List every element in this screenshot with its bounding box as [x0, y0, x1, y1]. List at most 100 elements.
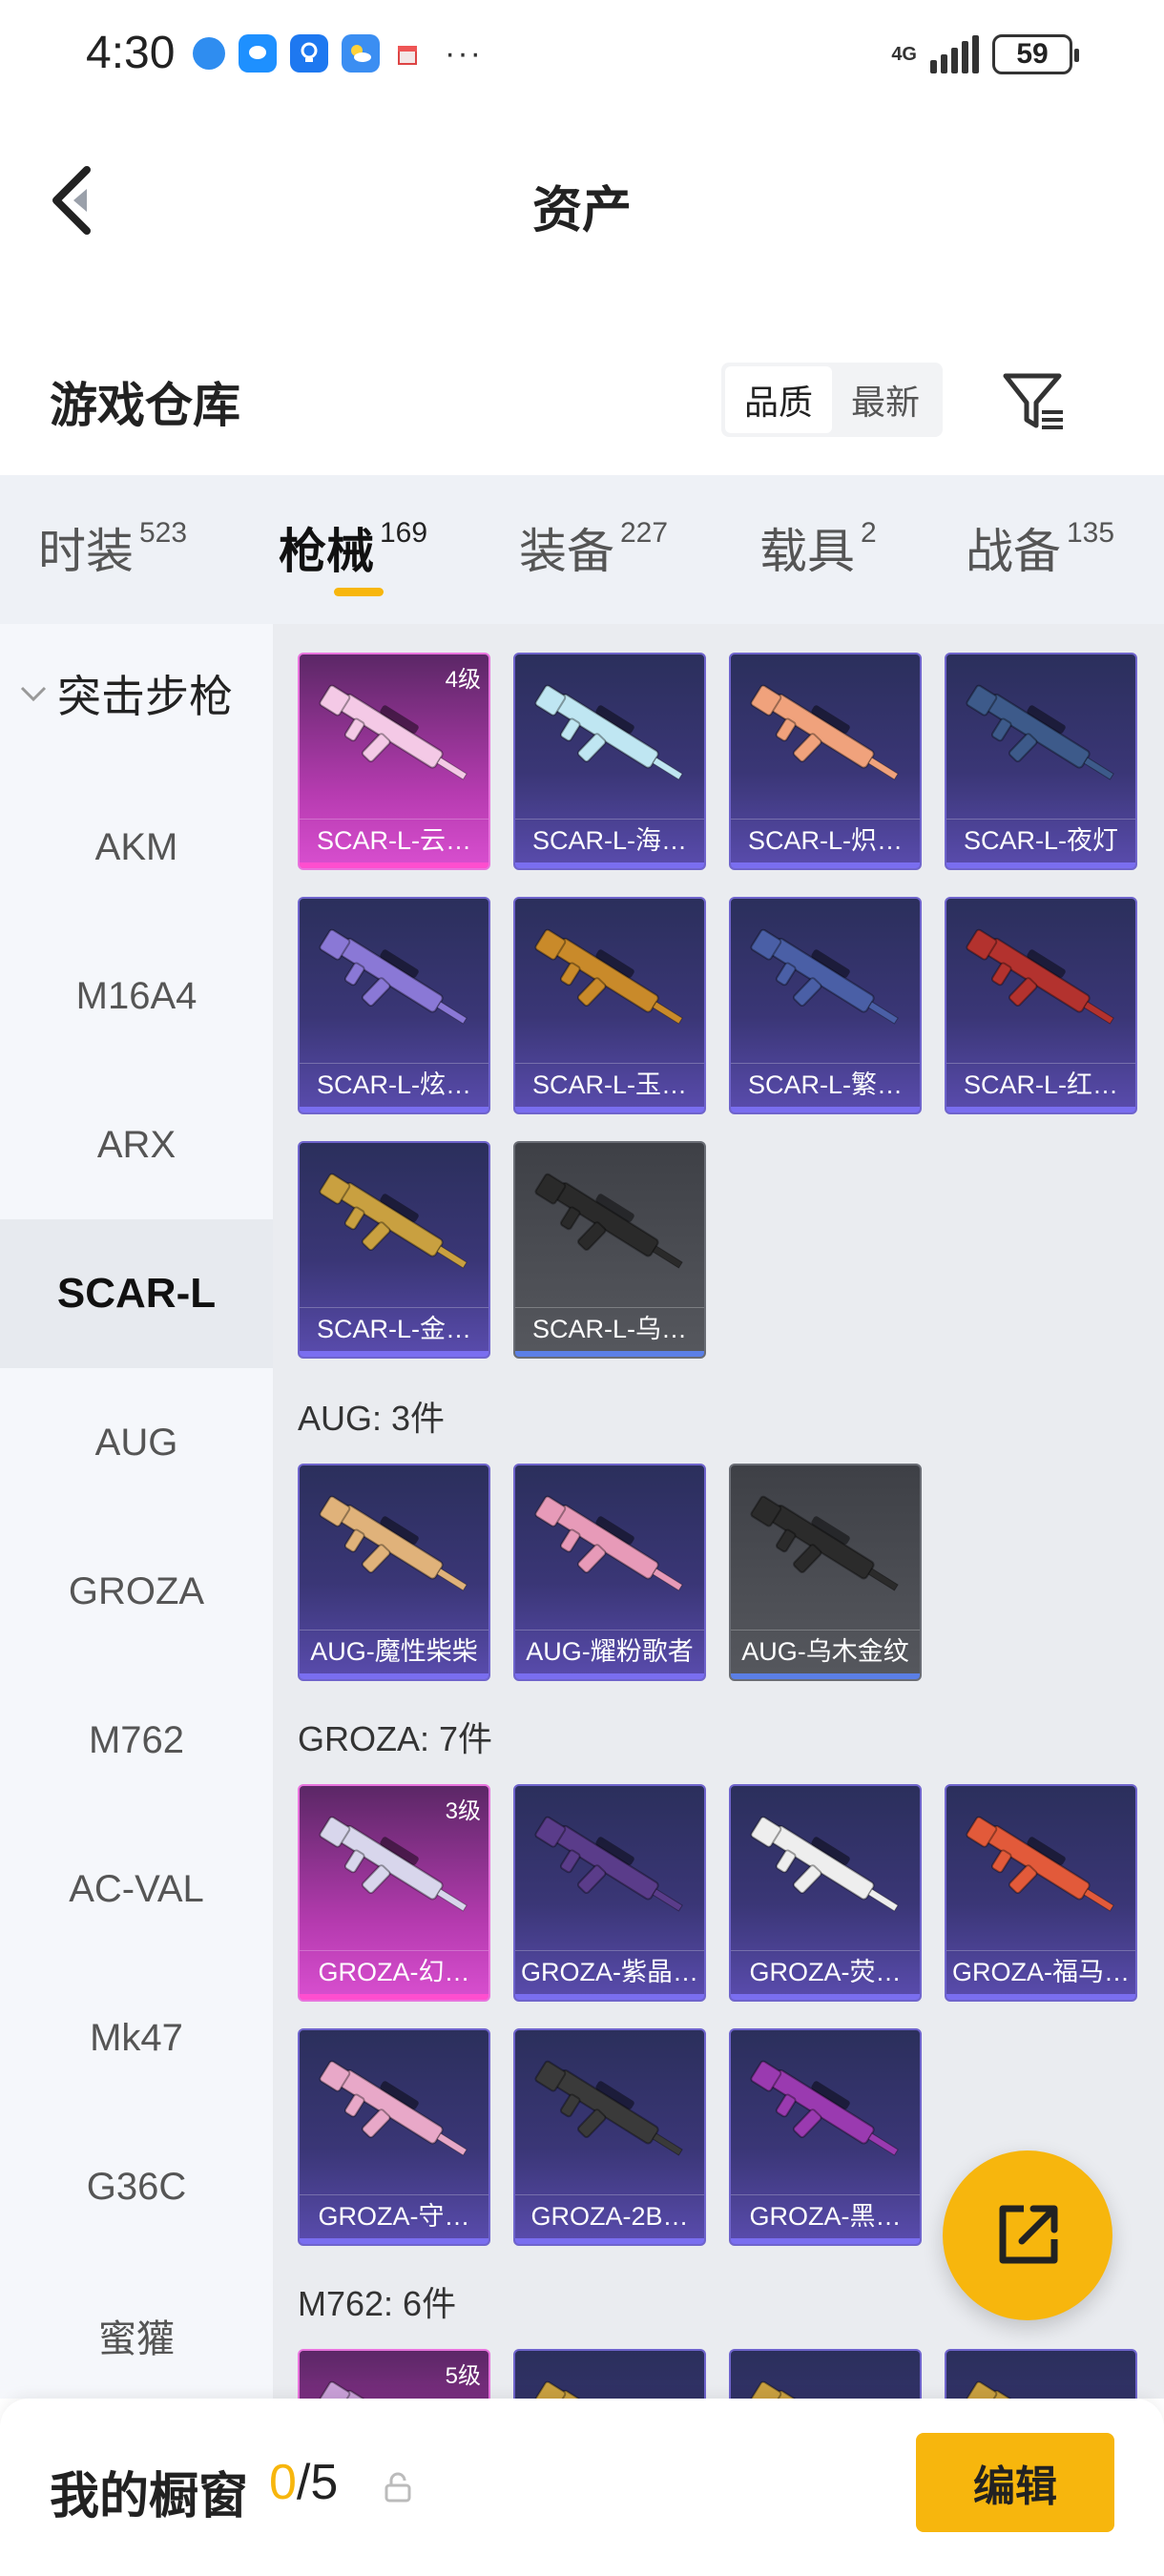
- weapon-skin-icon: [319, 2060, 468, 2156]
- gift-notification-icon: [393, 34, 422, 73]
- weather-notification-icon: [342, 34, 380, 73]
- rarity-bar: [946, 862, 1135, 868]
- weapon-card[interactable]: 5级: [298, 2349, 490, 2399]
- tab-label: 装备: [519, 525, 614, 578]
- rarity-bar: [300, 1994, 488, 2000]
- weapon-grid: AUG: 3件 GROZA: 7件 M762: 6件 4级 SCAR-L-云… SC…: [273, 624, 1164, 2399]
- sidebar-item-mk47[interactable]: Mk47: [0, 1963, 273, 2112]
- rarity-bar: [731, 1107, 920, 1112]
- weapon-skin-icon: [534, 928, 683, 1025]
- weapon-card[interactable]: [945, 2349, 1137, 2399]
- weapon-card-name: SCAR-L-玉…: [515, 1063, 704, 1105]
- weapon-card[interactable]: SCAR-L-玉…: [513, 897, 706, 1114]
- weapon-card[interactable]: [513, 2349, 706, 2399]
- sort-quality-button[interactable]: 品质: [725, 366, 832, 433]
- weapon-card[interactable]: GROZA-守…: [298, 2028, 490, 2246]
- tab-supplies[interactable]: 战备 135: [966, 513, 1114, 582]
- rarity-bar: [300, 862, 488, 868]
- weapon-skin-icon: [750, 1495, 899, 1591]
- tab-count: 523: [139, 517, 188, 549]
- weapon-card[interactable]: AUG-乌木金纹: [729, 1464, 922, 1681]
- bulb-notification-icon: [290, 34, 328, 73]
- sidebar-item-m762[interactable]: M762: [0, 1666, 273, 1815]
- weapon-card[interactable]: GROZA-荧…: [729, 1784, 922, 2002]
- page-title: 资产: [531, 183, 632, 239]
- weapon-card-name: GROZA-荧…: [731, 1950, 920, 1992]
- weapon-card[interactable]: SCAR-L-海…: [513, 653, 706, 870]
- sidebar-item-groza[interactable]: GROZA: [0, 1517, 273, 1666]
- section-title-groza: GROZA: 7件: [298, 1719, 493, 1758]
- share-icon: [999, 2205, 1058, 2264]
- weapon-skin-icon: [534, 684, 683, 780]
- weapon-card-name: GROZA-紫晶…: [515, 1950, 704, 1992]
- weapon-card[interactable]: SCAR-L-繁…: [729, 897, 922, 1114]
- tab-fashion[interactable]: 时装 523: [38, 513, 187, 582]
- sidebar-item-m16a4[interactable]: M16A4: [0, 922, 273, 1070]
- rarity-bar: [515, 2238, 704, 2244]
- weapon-card[interactable]: GROZA-黑…: [729, 2028, 922, 2246]
- weapon-card[interactable]: 3级 GROZA-幻…: [298, 1784, 490, 2002]
- weapon-card[interactable]: GROZA-2B…: [513, 2028, 706, 2246]
- weapon-skin-icon: [319, 1173, 468, 1269]
- tab-count: 169: [380, 517, 428, 549]
- weapon-card[interactable]: SCAR-L-炫…: [298, 897, 490, 1114]
- weapon-card[interactable]: SCAR-L-夜灯: [945, 653, 1137, 870]
- weapon-card[interactable]: GROZA-福马…: [945, 1784, 1137, 2002]
- weapon-card[interactable]: AUG-魔性柴柴: [298, 1464, 490, 1681]
- weapon-sidebar: 突击步枪 AKM M16A4 ARX SCAR-L AUG GROZA M762…: [0, 624, 273, 2399]
- showcase-label: 我的橱窗: [50, 2469, 249, 2524]
- tab-count: 2: [861, 517, 877, 549]
- weapon-card-name: GROZA-2B…: [515, 2194, 704, 2236]
- sort-toggle: 品质 最新: [721, 363, 943, 437]
- weapon-skin-icon: [534, 1495, 683, 1591]
- weapon-card-name: SCAR-L-炽…: [731, 819, 920, 861]
- weapon-skin-icon: [750, 928, 899, 1025]
- sidebar-item-scar-l[interactable]: SCAR-L: [0, 1219, 273, 1368]
- weapon-skin-icon: [319, 928, 468, 1025]
- chat-notification-icon: [239, 34, 277, 73]
- weapon-skin-icon: [534, 1173, 683, 1269]
- weapon-card[interactable]: SCAR-L-乌…: [513, 1141, 706, 1359]
- filter-button[interactable]: [1000, 366, 1069, 435]
- weapon-card-name: SCAR-L-云…: [300, 819, 488, 861]
- weapon-card[interactable]: 4级 SCAR-L-云…: [298, 653, 490, 870]
- screen: 4:30 ··· 4G 59 资产 游戏仓库 品质 最新 时装 523 枪械 1…: [0, 0, 1164, 2576]
- weapon-card-name: SCAR-L-红…: [946, 1063, 1135, 1105]
- weapon-skin-icon: [319, 1816, 468, 1912]
- sidebar-item-arx[interactable]: ARX: [0, 1070, 273, 1219]
- weapon-card[interactable]: GROZA-紫晶…: [513, 1784, 706, 2002]
- rarity-bar: [300, 2238, 488, 2244]
- sidebar-item-honey-badger[interactable]: 蜜獾: [0, 2261, 273, 2410]
- weapon-skin-icon: [966, 684, 1114, 780]
- weapon-card-name: AUG-耀粉歌者: [515, 1630, 704, 1672]
- sidebar-item-akm[interactable]: AKM: [0, 773, 273, 922]
- rarity-bar: [731, 2238, 920, 2244]
- weapon-card[interactable]: SCAR-L-金…: [298, 1141, 490, 1359]
- rarity-bar: [946, 1994, 1135, 2000]
- weapon-card[interactable]: AUG-耀粉歌者: [513, 1464, 706, 1681]
- chevron-down-icon: [20, 686, 47, 702]
- active-tab-indicator: [334, 588, 384, 596]
- sidebar-item-aug[interactable]: AUG: [0, 1368, 273, 1517]
- signal-icon: [930, 35, 979, 73]
- rarity-bar: [515, 1673, 704, 1679]
- rarity-bar: [515, 1994, 704, 2000]
- share-button[interactable]: [943, 2150, 1112, 2320]
- weapon-card[interactable]: [729, 2349, 922, 2399]
- edit-button[interactable]: 编辑: [916, 2433, 1114, 2532]
- sidebar-item-g36c[interactable]: G36C: [0, 2112, 273, 2261]
- rarity-bar: [515, 1107, 704, 1112]
- rarity-bar: [300, 1673, 488, 1679]
- tab-equipment[interactable]: 装备 227: [519, 513, 668, 582]
- sidebar-item-ac-val[interactable]: AC-VAL: [0, 1815, 273, 1963]
- weapon-card[interactable]: SCAR-L-炽…: [729, 653, 922, 870]
- tab-count: 135: [1067, 517, 1115, 549]
- sort-newest-button[interactable]: 最新: [832, 366, 939, 433]
- weapon-card-name: GROZA-守…: [300, 2194, 488, 2236]
- tab-vehicles[interactable]: 载具 2: [759, 513, 877, 582]
- weapon-card[interactable]: SCAR-L-红…: [945, 897, 1137, 1114]
- weapon-skin-icon: [534, 2060, 683, 2156]
- sidebar-group-assault-rifle[interactable]: 突击步枪: [19, 662, 233, 725]
- tab-label: 载具: [759, 525, 855, 578]
- tab-guns[interactable]: 枪械 169: [279, 513, 427, 582]
